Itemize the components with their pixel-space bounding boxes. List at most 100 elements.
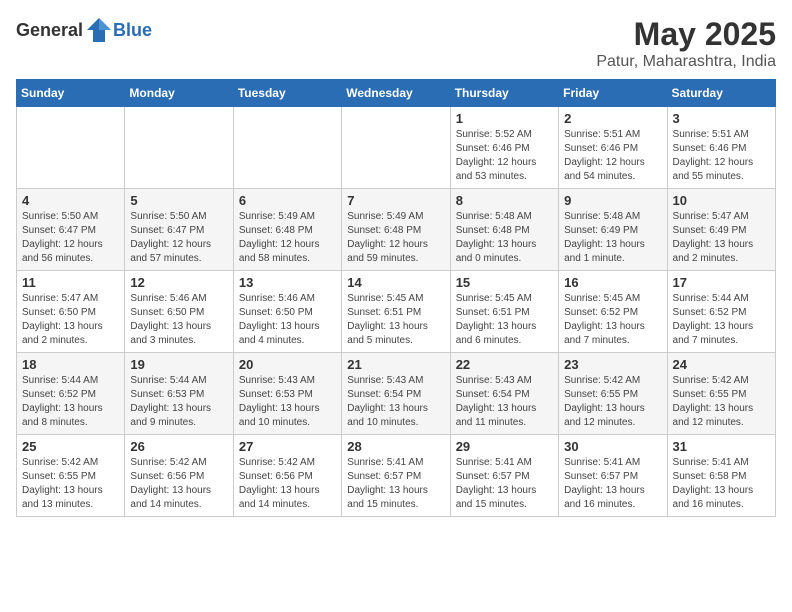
day-info: Sunrise: 5:42 AM Sunset: 6:55 PM Dayligh… — [564, 374, 661, 430]
day-info: Sunrise: 5:42 AM Sunset: 6:55 PM Dayligh… — [22, 456, 119, 512]
day-info: Sunrise: 5:50 AM Sunset: 6:47 PM Dayligh… — [130, 210, 227, 266]
week-row-2: 4 Sunrise: 5:50 AM Sunset: 6:47 PM Daylig… — [17, 189, 776, 271]
calendar-cell: 21Sunrise: 5:43 AM Sunset: 6:54 PM Dayli… — [342, 353, 450, 435]
day-number: 31 — [673, 439, 770, 454]
day-info: Sunrise: 5:45 AM Sunset: 6:51 PM Dayligh… — [347, 292, 444, 348]
calendar-cell: 23Sunrise: 5:42 AM Sunset: 6:55 PM Dayli… — [559, 353, 667, 435]
weekday-header-friday: Friday — [559, 80, 667, 107]
week-row-1: 1 Sunrise: 5:52 AM Sunset: 6:46 PM Daylig… — [17, 107, 776, 189]
day-number: 10 — [673, 193, 770, 208]
day-number: 24 — [673, 357, 770, 372]
week-row-3: 11 Sunrise: 5:47 AM Sunset: 6:50 PM Dayli… — [17, 271, 776, 353]
day-number: 1 — [456, 111, 553, 126]
calendar-cell: 16 Sunrise: 5:45 AM Sunset: 6:52 PM Dayli… — [559, 271, 667, 353]
calendar-cell: 1 Sunrise: 5:52 AM Sunset: 6:46 PM Daylig… — [450, 107, 558, 189]
weekday-header-wednesday: Wednesday — [342, 80, 450, 107]
day-number: 3 — [673, 111, 770, 126]
calendar-cell: 10 Sunrise: 5:47 AM Sunset: 6:49 PM Dayli… — [667, 189, 775, 271]
calendar-cell: 22 Sunrise: 5:43 AM Sunset: 6:54 PM Dayli… — [450, 353, 558, 435]
day-number: 29 — [456, 439, 553, 454]
day-number: 30 — [564, 439, 661, 454]
calendar-cell — [233, 107, 341, 189]
page-title: May 2025 — [596, 16, 776, 53]
day-info: Sunrise: 5:52 AM Sunset: 6:46 PM Dayligh… — [456, 128, 553, 184]
day-info: Sunrise: 5:41 AM Sunset: 6:57 PM Dayligh… — [456, 456, 553, 512]
day-info: Sunrise: 5:45 AM Sunset: 6:52 PM Dayligh… — [564, 292, 661, 348]
day-number: 26 — [130, 439, 227, 454]
day-number: 22 — [456, 357, 553, 372]
day-number: 17 — [673, 275, 770, 290]
day-number: 4 — [22, 193, 119, 208]
day-info: Sunrise: 5:45 AM Sunset: 6:51 PM Dayligh… — [456, 292, 553, 348]
logo-blue: Blue — [113, 20, 152, 41]
calendar-cell: 14Sunrise: 5:45 AM Sunset: 6:51 PM Dayli… — [342, 271, 450, 353]
weekday-header-sunday: Sunday — [17, 80, 125, 107]
day-number: 9 — [564, 193, 661, 208]
calendar-cell: 18Sunrise: 5:44 AM Sunset: 6:52 PM Dayli… — [17, 353, 125, 435]
day-info: Sunrise: 5:41 AM Sunset: 6:57 PM Dayligh… — [564, 456, 661, 512]
day-number: 15 — [456, 275, 553, 290]
location-subtitle: Patur, Maharashtra, India — [596, 53, 776, 71]
calendar-cell: 19 Sunrise: 5:44 AM Sunset: 6:53 PM Dayli… — [125, 353, 233, 435]
week-row-4: 18Sunrise: 5:44 AM Sunset: 6:52 PM Dayli… — [17, 353, 776, 435]
day-info: Sunrise: 5:46 AM Sunset: 6:50 PM Dayligh… — [239, 292, 336, 348]
day-info: Sunrise: 5:47 AM Sunset: 6:49 PM Dayligh… — [673, 210, 770, 266]
day-info: Sunrise: 5:48 AM Sunset: 6:49 PM Dayligh… — [564, 210, 661, 266]
weekday-header-monday: Monday — [125, 80, 233, 107]
calendar-cell: 17 Sunrise: 5:44 AM Sunset: 6:52 PM Dayli… — [667, 271, 775, 353]
day-info: Sunrise: 5:47 AM Sunset: 6:50 PM Dayligh… — [22, 292, 119, 348]
day-number: 11 — [22, 275, 119, 290]
calendar-cell — [17, 107, 125, 189]
week-row-5: 25 Sunrise: 5:42 AM Sunset: 6:55 PM Dayli… — [17, 435, 776, 517]
calendar-cell: 8Sunrise: 5:48 AM Sunset: 6:48 PM Daylig… — [450, 189, 558, 271]
day-info: Sunrise: 5:49 AM Sunset: 6:48 PM Dayligh… — [347, 210, 444, 266]
day-info: Sunrise: 5:42 AM Sunset: 6:55 PM Dayligh… — [673, 374, 770, 430]
day-number: 27 — [239, 439, 336, 454]
day-number: 13 — [239, 275, 336, 290]
day-info: Sunrise: 5:49 AM Sunset: 6:48 PM Dayligh… — [239, 210, 336, 266]
calendar-cell: 7Sunrise: 5:49 AM Sunset: 6:48 PM Daylig… — [342, 189, 450, 271]
day-number: 5 — [130, 193, 227, 208]
day-info: Sunrise: 5:44 AM Sunset: 6:53 PM Dayligh… — [130, 374, 227, 430]
calendar-cell: 28 Sunrise: 5:41 AM Sunset: 6:57 PM Dayli… — [342, 435, 450, 517]
weekday-header-saturday: Saturday — [667, 80, 775, 107]
day-info: Sunrise: 5:41 AM Sunset: 6:58 PM Dayligh… — [673, 456, 770, 512]
day-number: 28 — [347, 439, 444, 454]
day-number: 19 — [130, 357, 227, 372]
day-info: Sunrise: 5:43 AM Sunset: 6:54 PM Dayligh… — [456, 374, 553, 430]
logo: General Blue — [16, 16, 152, 44]
header: General Blue May 2025 Patur, Maharashtra… — [16, 16, 776, 71]
calendar-cell: 30 Sunrise: 5:41 AM Sunset: 6:57 PM Dayli… — [559, 435, 667, 517]
calendar-cell: 11 Sunrise: 5:47 AM Sunset: 6:50 PM Dayli… — [17, 271, 125, 353]
day-info: Sunrise: 5:44 AM Sunset: 6:52 PM Dayligh… — [22, 374, 119, 430]
day-number: 20 — [239, 357, 336, 372]
day-number: 16 — [564, 275, 661, 290]
calendar-cell — [125, 107, 233, 189]
day-info: Sunrise: 5:44 AM Sunset: 6:52 PM Dayligh… — [673, 292, 770, 348]
calendar-cell — [342, 107, 450, 189]
day-info: Sunrise: 5:43 AM Sunset: 6:53 PM Dayligh… — [239, 374, 336, 430]
calendar-cell: 13 Sunrise: 5:46 AM Sunset: 6:50 PM Dayli… — [233, 271, 341, 353]
day-number: 2 — [564, 111, 661, 126]
calendar-cell: 2 Sunrise: 5:51 AM Sunset: 6:46 PM Daylig… — [559, 107, 667, 189]
calendar-cell: 6Sunrise: 5:49 AM Sunset: 6:48 PM Daylig… — [233, 189, 341, 271]
weekday-header-thursday: Thursday — [450, 80, 558, 107]
calendar-table: SundayMondayTuesdayWednesdayThursdayFrid… — [16, 79, 776, 517]
day-info: Sunrise: 5:48 AM Sunset: 6:48 PM Dayligh… — [456, 210, 553, 266]
day-info: Sunrise: 5:41 AM Sunset: 6:57 PM Dayligh… — [347, 456, 444, 512]
calendar-cell: 31 Sunrise: 5:41 AM Sunset: 6:58 PM Dayli… — [667, 435, 775, 517]
calendar-cell: 24 Sunrise: 5:42 AM Sunset: 6:55 PM Dayli… — [667, 353, 775, 435]
day-info: Sunrise: 5:51 AM Sunset: 6:46 PM Dayligh… — [564, 128, 661, 184]
weekday-header-row: SundayMondayTuesdayWednesdayThursdayFrid… — [17, 80, 776, 107]
day-number: 21 — [347, 357, 444, 372]
logo-icon — [85, 16, 113, 44]
day-number: 25 — [22, 439, 119, 454]
day-number: 12 — [130, 275, 227, 290]
day-info: Sunrise: 5:42 AM Sunset: 6:56 PM Dayligh… — [239, 456, 336, 512]
day-info: Sunrise: 5:46 AM Sunset: 6:50 PM Dayligh… — [130, 292, 227, 348]
calendar-cell: 12 Sunrise: 5:46 AM Sunset: 6:50 PM Dayli… — [125, 271, 233, 353]
day-info: Sunrise: 5:42 AM Sunset: 6:56 PM Dayligh… — [130, 456, 227, 512]
calendar-cell: 15 Sunrise: 5:45 AM Sunset: 6:51 PM Dayli… — [450, 271, 558, 353]
weekday-header-tuesday: Tuesday — [233, 80, 341, 107]
day-info: Sunrise: 5:50 AM Sunset: 6:47 PM Dayligh… — [22, 210, 119, 266]
